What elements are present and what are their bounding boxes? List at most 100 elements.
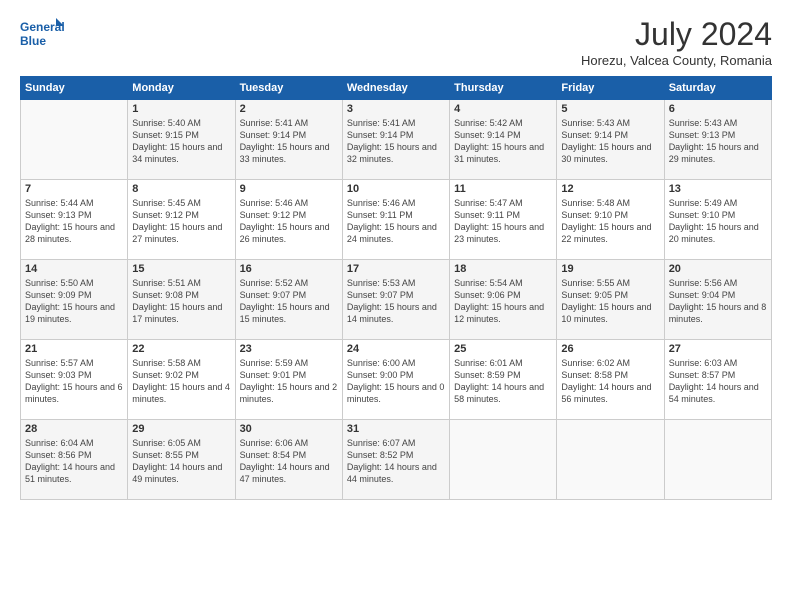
- calendar-cell: 5 Sunrise: 5:43 AMSunset: 9:14 PMDayligh…: [557, 100, 664, 180]
- calendar-cell: 1 Sunrise: 5:40 AMSunset: 9:15 PMDayligh…: [128, 100, 235, 180]
- calendar-cell: 12 Sunrise: 5:48 AMSunset: 9:10 PMDaylig…: [557, 180, 664, 260]
- day-number: 20: [669, 263, 767, 275]
- calendar-cell: 27 Sunrise: 6:03 AMSunset: 8:57 PMDaylig…: [664, 340, 771, 420]
- day-number: 29: [132, 423, 230, 435]
- header-monday: Monday: [128, 77, 235, 100]
- day-number: 19: [561, 263, 659, 275]
- calendar-cell: [450, 420, 557, 500]
- calendar-cell: [21, 100, 128, 180]
- calendar-cell: 11 Sunrise: 5:47 AMSunset: 9:11 PMDaylig…: [450, 180, 557, 260]
- header-sunday: Sunday: [21, 77, 128, 100]
- day-number: 23: [240, 343, 338, 355]
- calendar-cell: 10 Sunrise: 5:46 AMSunset: 9:11 PMDaylig…: [342, 180, 449, 260]
- cell-info: Sunrise: 5:46 AMSunset: 9:12 PMDaylight:…: [240, 198, 330, 244]
- cell-info: Sunrise: 5:54 AMSunset: 9:06 PMDaylight:…: [454, 278, 544, 324]
- day-number: 24: [347, 343, 445, 355]
- cell-info: Sunrise: 6:01 AMSunset: 8:59 PMDaylight:…: [454, 358, 544, 404]
- cell-info: Sunrise: 5:56 AMSunset: 9:04 PMDaylight:…: [669, 278, 767, 324]
- calendar-cell: 18 Sunrise: 5:54 AMSunset: 9:06 PMDaylig…: [450, 260, 557, 340]
- cell-info: Sunrise: 5:55 AMSunset: 9:05 PMDaylight:…: [561, 278, 651, 324]
- day-number: 11: [454, 183, 552, 195]
- cell-info: Sunrise: 5:52 AMSunset: 9:07 PMDaylight:…: [240, 278, 330, 324]
- calendar-cell: 22 Sunrise: 5:58 AMSunset: 9:02 PMDaylig…: [128, 340, 235, 420]
- day-number: 31: [347, 423, 445, 435]
- calendar-week-5: 28 Sunrise: 6:04 AMSunset: 8:56 PMDaylig…: [21, 420, 772, 500]
- page-title: July 2024: [581, 16, 772, 53]
- cell-info: Sunrise: 5:46 AMSunset: 9:11 PMDaylight:…: [347, 198, 437, 244]
- page-subtitle: Horezu, Valcea County, Romania: [581, 53, 772, 68]
- calendar-week-3: 14 Sunrise: 5:50 AMSunset: 9:09 PMDaylig…: [21, 260, 772, 340]
- calendar-cell: 21 Sunrise: 5:57 AMSunset: 9:03 PMDaylig…: [21, 340, 128, 420]
- calendar-table: Sunday Monday Tuesday Wednesday Thursday…: [20, 76, 772, 500]
- title-block: July 2024 Horezu, Valcea County, Romania: [581, 16, 772, 68]
- day-number: 21: [25, 343, 123, 355]
- day-number: 10: [347, 183, 445, 195]
- logo-svg: General Blue: [20, 16, 64, 52]
- calendar-cell: 3 Sunrise: 5:41 AMSunset: 9:14 PMDayligh…: [342, 100, 449, 180]
- calendar-cell: 31 Sunrise: 6:07 AMSunset: 8:52 PMDaylig…: [342, 420, 449, 500]
- day-number: 22: [132, 343, 230, 355]
- cell-info: Sunrise: 5:58 AMSunset: 9:02 PMDaylight:…: [132, 358, 230, 404]
- calendar-cell: 16 Sunrise: 5:52 AMSunset: 9:07 PMDaylig…: [235, 260, 342, 340]
- calendar-cell: 25 Sunrise: 6:01 AMSunset: 8:59 PMDaylig…: [450, 340, 557, 420]
- calendar-cell: 20 Sunrise: 5:56 AMSunset: 9:04 PMDaylig…: [664, 260, 771, 340]
- cell-info: Sunrise: 5:57 AMSunset: 9:03 PMDaylight:…: [25, 358, 123, 404]
- calendar-cell: 28 Sunrise: 6:04 AMSunset: 8:56 PMDaylig…: [21, 420, 128, 500]
- page-header: General Blue July 2024 Horezu, Valcea Co…: [20, 16, 772, 68]
- day-number: 1: [132, 103, 230, 115]
- day-number: 9: [240, 183, 338, 195]
- calendar-cell: 17 Sunrise: 5:53 AMSunset: 9:07 PMDaylig…: [342, 260, 449, 340]
- day-number: 3: [347, 103, 445, 115]
- calendar-cell: 29 Sunrise: 6:05 AMSunset: 8:55 PMDaylig…: [128, 420, 235, 500]
- day-number: 26: [561, 343, 659, 355]
- cell-info: Sunrise: 5:49 AMSunset: 9:10 PMDaylight:…: [669, 198, 759, 244]
- calendar-cell: 26 Sunrise: 6:02 AMSunset: 8:58 PMDaylig…: [557, 340, 664, 420]
- calendar-cell: 30 Sunrise: 6:06 AMSunset: 8:54 PMDaylig…: [235, 420, 342, 500]
- calendar-cell: 4 Sunrise: 5:42 AMSunset: 9:14 PMDayligh…: [450, 100, 557, 180]
- calendar-cell: [664, 420, 771, 500]
- cell-info: Sunrise: 5:44 AMSunset: 9:13 PMDaylight:…: [25, 198, 115, 244]
- day-number: 6: [669, 103, 767, 115]
- cell-info: Sunrise: 5:43 AMSunset: 9:14 PMDaylight:…: [561, 118, 651, 164]
- day-number: 12: [561, 183, 659, 195]
- cell-info: Sunrise: 5:51 AMSunset: 9:08 PMDaylight:…: [132, 278, 222, 324]
- calendar-cell: 9 Sunrise: 5:46 AMSunset: 9:12 PMDayligh…: [235, 180, 342, 260]
- calendar-cell: 2 Sunrise: 5:41 AMSunset: 9:14 PMDayligh…: [235, 100, 342, 180]
- day-number: 14: [25, 263, 123, 275]
- day-number: 7: [25, 183, 123, 195]
- day-number: 5: [561, 103, 659, 115]
- cell-info: Sunrise: 6:03 AMSunset: 8:57 PMDaylight:…: [669, 358, 759, 404]
- header-saturday: Saturday: [664, 77, 771, 100]
- day-number: 28: [25, 423, 123, 435]
- cell-info: Sunrise: 5:41 AMSunset: 9:14 PMDaylight:…: [240, 118, 330, 164]
- calendar-body: 1 Sunrise: 5:40 AMSunset: 9:15 PMDayligh…: [21, 100, 772, 500]
- header-wednesday: Wednesday: [342, 77, 449, 100]
- calendar-cell: 13 Sunrise: 5:49 AMSunset: 9:10 PMDaylig…: [664, 180, 771, 260]
- cell-info: Sunrise: 5:45 AMSunset: 9:12 PMDaylight:…: [132, 198, 222, 244]
- calendar-week-4: 21 Sunrise: 5:57 AMSunset: 9:03 PMDaylig…: [21, 340, 772, 420]
- calendar-cell: 14 Sunrise: 5:50 AMSunset: 9:09 PMDaylig…: [21, 260, 128, 340]
- day-number: 8: [132, 183, 230, 195]
- header-thursday: Thursday: [450, 77, 557, 100]
- cell-info: Sunrise: 5:47 AMSunset: 9:11 PMDaylight:…: [454, 198, 544, 244]
- calendar-cell: 6 Sunrise: 5:43 AMSunset: 9:13 PMDayligh…: [664, 100, 771, 180]
- cell-info: Sunrise: 6:06 AMSunset: 8:54 PMDaylight:…: [240, 438, 330, 484]
- cell-info: Sunrise: 5:53 AMSunset: 9:07 PMDaylight:…: [347, 278, 437, 324]
- cell-info: Sunrise: 5:42 AMSunset: 9:14 PMDaylight:…: [454, 118, 544, 164]
- cell-info: Sunrise: 6:02 AMSunset: 8:58 PMDaylight:…: [561, 358, 651, 404]
- cell-info: Sunrise: 5:48 AMSunset: 9:10 PMDaylight:…: [561, 198, 651, 244]
- calendar-cell: 19 Sunrise: 5:55 AMSunset: 9:05 PMDaylig…: [557, 260, 664, 340]
- day-number: 4: [454, 103, 552, 115]
- cell-info: Sunrise: 5:41 AMSunset: 9:14 PMDaylight:…: [347, 118, 437, 164]
- svg-text:Blue: Blue: [20, 34, 46, 48]
- calendar-cell: 23 Sunrise: 5:59 AMSunset: 9:01 PMDaylig…: [235, 340, 342, 420]
- day-number: 17: [347, 263, 445, 275]
- calendar-cell: 15 Sunrise: 5:51 AMSunset: 9:08 PMDaylig…: [128, 260, 235, 340]
- cell-info: Sunrise: 6:04 AMSunset: 8:56 PMDaylight:…: [25, 438, 115, 484]
- calendar-cell: [557, 420, 664, 500]
- calendar-page: General Blue July 2024 Horezu, Valcea Co…: [0, 0, 792, 612]
- calendar-week-1: 1 Sunrise: 5:40 AMSunset: 9:15 PMDayligh…: [21, 100, 772, 180]
- header-tuesday: Tuesday: [235, 77, 342, 100]
- calendar-cell: 24 Sunrise: 6:00 AMSunset: 9:00 PMDaylig…: [342, 340, 449, 420]
- day-number: 16: [240, 263, 338, 275]
